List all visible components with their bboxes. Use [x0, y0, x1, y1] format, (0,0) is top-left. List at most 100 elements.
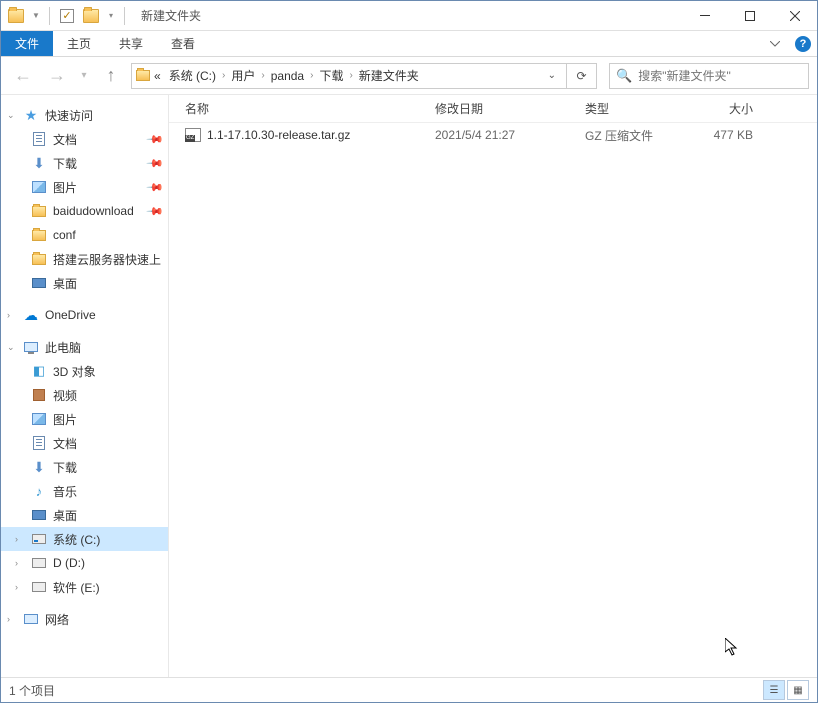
ribbon-expand-button[interactable]: [761, 31, 789, 56]
chevron-right-icon[interactable]: ›: [220, 70, 227, 81]
column-headers: 名称 修改日期 类型 大小: [169, 95, 817, 123]
sidebar-item[interactable]: ⬇下载: [1, 455, 168, 479]
sidebar-item-drive-d[interactable]: ›D (D:): [1, 551, 168, 575]
tab-view[interactable]: 查看: [157, 31, 209, 56]
expand-icon[interactable]: ›: [15, 582, 25, 592]
sidebar-item[interactable]: 视频: [1, 383, 168, 407]
column-header-date[interactable]: 修改日期: [429, 100, 579, 117]
icons-view-button[interactable]: ▦: [787, 680, 809, 700]
tab-home[interactable]: 主页: [53, 31, 105, 56]
folder-icon: [31, 251, 47, 267]
file-type: GZ 压缩文件: [579, 127, 679, 144]
tab-share[interactable]: 共享: [105, 31, 157, 56]
file-row[interactable]: 1.1-17.10.30-release.tar.gz 2021/5/4 21:…: [169, 123, 817, 147]
properties-button[interactable]: ✓: [56, 5, 78, 27]
tab-file[interactable]: 文件: [1, 31, 53, 56]
search-icon: 🔍: [616, 68, 632, 84]
drive-icon: [31, 531, 47, 547]
column-header-type[interactable]: 类型: [579, 100, 679, 117]
expand-icon[interactable]: ›: [7, 310, 17, 320]
qat-dropdown[interactable]: ▼: [29, 5, 43, 27]
file-date: 2021/5/4 21:27: [429, 128, 579, 142]
music-icon: ♪: [31, 483, 47, 499]
desktop-icon: [31, 275, 47, 291]
breadcrumb-item[interactable]: 下载: [315, 67, 347, 84]
sidebar-item[interactable]: 图片: [1, 407, 168, 431]
sidebar-network[interactable]: ›网络: [1, 607, 168, 631]
address-bar[interactable]: « 系统 (C:)› 用户› panda› 下载› 新建文件夹 ⌄: [131, 63, 567, 89]
document-icon: [31, 435, 47, 451]
refresh-button[interactable]: ⟳: [567, 63, 597, 89]
recent-dropdown[interactable]: ▾: [77, 62, 91, 90]
search-box[interactable]: 🔍: [609, 63, 809, 89]
file-size: 477 KB: [679, 128, 759, 142]
expand-icon[interactable]: ⌄: [7, 342, 17, 353]
sidebar-item[interactable]: 桌面: [1, 503, 168, 527]
sidebar-item[interactable]: 图片📌: [1, 175, 168, 199]
expand-icon[interactable]: ›: [7, 614, 17, 624]
breadcrumb-prefix: «: [150, 69, 165, 83]
chevron-right-icon[interactable]: ›: [308, 70, 315, 81]
sidebar-item[interactable]: 文档: [1, 431, 168, 455]
sidebar-item-drive-c[interactable]: ›系统 (C:): [1, 527, 168, 551]
file-list-pane: 名称 修改日期 类型 大小 1.1-17.10.30-release.tar.g…: [169, 95, 817, 677]
download-icon: ⬇: [31, 155, 47, 171]
pin-icon: 📌: [146, 202, 165, 221]
breadcrumb-item[interactable]: 新建文件夹: [355, 67, 423, 84]
pictures-icon: [31, 411, 47, 427]
sidebar-item[interactable]: ◧3D 对象: [1, 359, 168, 383]
pin-icon: 📌: [146, 130, 165, 149]
sidebar-thispc[interactable]: ⌄此电脑: [1, 335, 168, 359]
breadcrumb-item[interactable]: 用户: [227, 67, 259, 84]
folder-icon: [136, 70, 150, 81]
window-title: 新建文件夹: [141, 7, 682, 24]
help-button[interactable]: ?: [789, 31, 817, 56]
breadcrumb-item[interactable]: 系统 (C:): [165, 67, 220, 84]
details-view-button[interactable]: ☰: [763, 680, 785, 700]
search-input[interactable]: [638, 69, 802, 83]
navigation-pane: ⌄ ★ 快速访问 文档📌 ⬇下载📌 图片📌 baidudownload📌 con…: [1, 95, 169, 677]
file-name: 1.1-17.10.30-release.tar.gz: [207, 128, 350, 142]
thispc-icon: [23, 339, 39, 355]
sidebar-item[interactable]: ⬇下载📌: [1, 151, 168, 175]
expand-icon[interactable]: ⌄: [7, 110, 17, 121]
forward-button[interactable]: →: [43, 62, 71, 90]
item-count: 1 个项目: [9, 682, 761, 699]
3d-icon: ◧: [31, 363, 47, 379]
sidebar-quick-access[interactable]: ⌄ ★ 快速访问: [1, 103, 168, 127]
ribbon-tabs: 文件 主页 共享 查看 ?: [1, 31, 817, 57]
address-dropdown[interactable]: ⌄: [542, 70, 562, 81]
maximize-button[interactable]: [727, 1, 772, 31]
sidebar-item[interactable]: ♪音乐: [1, 479, 168, 503]
breadcrumb-item[interactable]: panda: [267, 69, 308, 83]
sidebar-item[interactable]: 搭建云服务器快速上: [1, 247, 168, 271]
chevron-right-icon[interactable]: ›: [259, 70, 266, 81]
close-button[interactable]: [772, 1, 817, 31]
status-bar: 1 个项目 ☰ ▦: [1, 677, 817, 702]
sidebar-item[interactable]: 桌面: [1, 271, 168, 295]
drive-icon: [31, 555, 47, 571]
sidebar-onedrive[interactable]: ›☁OneDrive: [1, 303, 168, 327]
expand-icon[interactable]: ›: [15, 558, 25, 568]
minimize-button[interactable]: [682, 1, 727, 31]
title-bar: ▼ ✓ ▾ 新建文件夹: [1, 1, 817, 31]
qat-folder-button[interactable]: [80, 5, 102, 27]
expand-icon[interactable]: ›: [15, 534, 25, 544]
onedrive-icon: ☁: [23, 307, 39, 323]
sidebar-item-drive-e[interactable]: ›软件 (E:): [1, 575, 168, 599]
back-button[interactable]: ←: [9, 62, 37, 90]
pictures-icon: [31, 179, 47, 195]
document-icon: [31, 131, 47, 147]
sidebar-item[interactable]: baidudownload📌: [1, 199, 168, 223]
qat-dropdown-2[interactable]: ▾: [104, 5, 118, 27]
sidebar-item[interactable]: conf: [1, 223, 168, 247]
up-button[interactable]: ↑: [97, 62, 125, 90]
pin-icon: 📌: [146, 178, 165, 197]
navigation-bar: ← → ▾ ↑ « 系统 (C:)› 用户› panda› 下载› 新建文件夹 …: [1, 57, 817, 95]
sidebar-item[interactable]: 文档📌: [1, 127, 168, 151]
folder-icon: [5, 5, 27, 27]
desktop-icon: [31, 507, 47, 523]
column-header-name[interactable]: 名称: [179, 100, 429, 117]
column-header-size[interactable]: 大小: [679, 100, 759, 117]
chevron-right-icon[interactable]: ›: [347, 70, 354, 81]
